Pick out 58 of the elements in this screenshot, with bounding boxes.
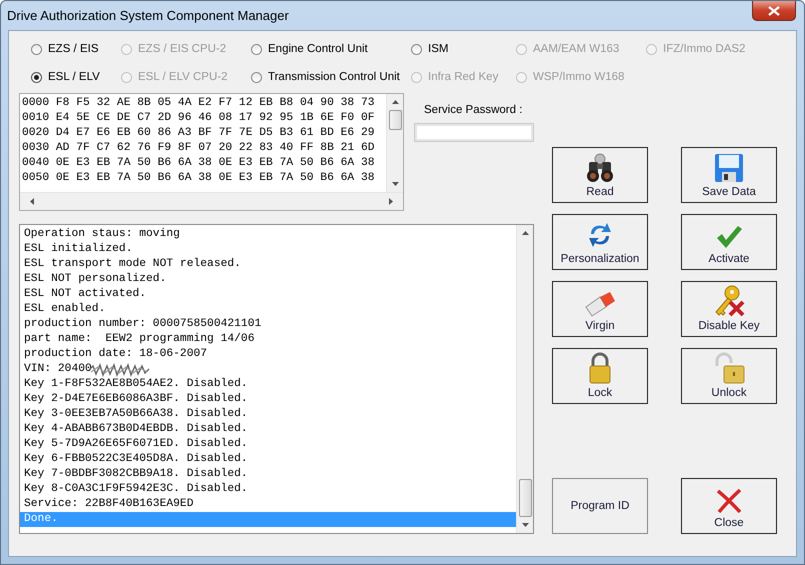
radio-option[interactable]: EZS / EIS bbox=[31, 35, 121, 63]
log-line: VIN: 20400 bbox=[20, 362, 516, 377]
log-line: Key 7-0BDBF3082CBB9A18. Disabled. bbox=[23, 467, 249, 482]
log-line: Key 3-0EE3EB7A50B66A38. Disabled. bbox=[23, 407, 249, 422]
scrollbar-thumb[interactable] bbox=[388, 110, 402, 130]
log-line: ESL transport mode NOT released. bbox=[23, 257, 242, 272]
binoculars-icon bbox=[584, 153, 616, 183]
scrollbar-thumb[interactable] bbox=[518, 479, 532, 517]
log-line: Key 1-F8F532AE8B054AE2. Disabled. bbox=[23, 377, 249, 392]
log-line: ESL enabled. bbox=[23, 302, 106, 317]
log-line: production date: 18-06-2007 bbox=[23, 347, 208, 362]
action-button[interactable]: Activate bbox=[681, 214, 777, 270]
radio-option[interactable]: ESL / ELV bbox=[31, 63, 121, 91]
radio-option[interactable]: Engine Control Unit bbox=[251, 35, 411, 63]
log-output[interactable] bbox=[19, 224, 534, 534]
action-button[interactable]: Disable Key bbox=[681, 281, 777, 337]
close-button[interactable] bbox=[752, 1, 796, 21]
radio-option[interactable]: ISM bbox=[411, 35, 516, 63]
log-line: ESL NOT activated. bbox=[23, 287, 148, 302]
hex-row-text: 0020 D4 E7 E6 EB 60 86 A3 BF 7F 7E D5 B3 61 BD E6 29 bbox=[22, 126, 376, 141]
action-button[interactable]: Virgin bbox=[552, 281, 648, 337]
horizontal-scrollbar[interactable] bbox=[20, 192, 403, 210]
action-button[interactable]: Lock bbox=[552, 348, 648, 404]
vertical-scrollbar[interactable] bbox=[386, 94, 403, 192]
close-icon bbox=[768, 6, 780, 16]
log-line: ESL NOT personalized. bbox=[23, 272, 168, 287]
password-label: Service Password : bbox=[423, 104, 524, 116]
hex-view[interactable] bbox=[19, 93, 404, 211]
hex-row-text: 0030 AD 7F C7 62 76 F9 8F 07 20 22 83 40 FF 8B 21 6D bbox=[22, 141, 376, 156]
log-line: production number: 0000758500421101 bbox=[23, 317, 262, 332]
log-line: Key 5-7D9A26E65F6071ED. Disabled. bbox=[23, 437, 249, 452]
radio-option[interactable]: Transmission Control Unit bbox=[251, 63, 411, 91]
key-with-cross-icon bbox=[713, 285, 745, 317]
log-line: Service: 22B8F40B163EA9ED bbox=[23, 497, 194, 512]
padlock-icon bbox=[588, 352, 612, 384]
hex-row-text: 0050 0E E3 EB 7A 50 B6 6A 38 0E E3 EB 7A 50 B6 6A 38 bbox=[22, 171, 376, 186]
cross-icon bbox=[715, 488, 743, 514]
hex-row-text: 0040 0E E3 EB 7A 50 B6 6A 38 0E E3 EB 7A 50 B6 6A 38 bbox=[22, 156, 376, 171]
action-button[interactable]: Read bbox=[552, 147, 648, 203]
log-line: Key 6-FBB0522C3E405D8A. Disabled. bbox=[23, 452, 249, 467]
log-line: Operation staus: moving bbox=[23, 227, 181, 242]
hex-row-text: 0000 F8 F5 32 AE 8B 05 4A E2 F7 12 EB B8 04 90 38 73 bbox=[22, 96, 376, 111]
password-field[interactable] bbox=[414, 123, 534, 142]
log-line: Key 2-D4E7E6EB6086A3BF. Disabled. bbox=[23, 392, 249, 407]
checkmark-icon bbox=[715, 224, 743, 250]
eraser-icon bbox=[584, 291, 616, 317]
action-button[interactable]: Unlock bbox=[681, 348, 777, 404]
log-line: Key 8-C0A3C1F9F5942E3C. Disabled. bbox=[23, 482, 249, 497]
action-button[interactable]: Close bbox=[681, 478, 777, 534]
vertical-scrollbar[interactable] bbox=[516, 225, 533, 533]
log-line: part name: EEW2 programming 14/06 bbox=[23, 332, 256, 347]
log-line: Key 4-ABABB673B0D4EBDB. Disabled. bbox=[23, 422, 249, 437]
hex-row-text: 0010 E4 5E CE DE C7 2D 96 46 08 17 92 95 1B 6E F0 0F bbox=[22, 111, 376, 126]
window-title: Drive Authorization System Component Manager bbox=[7, 8, 289, 23]
log-line: ESL initialized. bbox=[23, 242, 134, 257]
action-button[interactable]: Personalization bbox=[552, 214, 648, 270]
action-button[interactable]: Save Data bbox=[681, 147, 777, 203]
action-button[interactable]: Program ID bbox=[552, 478, 648, 534]
